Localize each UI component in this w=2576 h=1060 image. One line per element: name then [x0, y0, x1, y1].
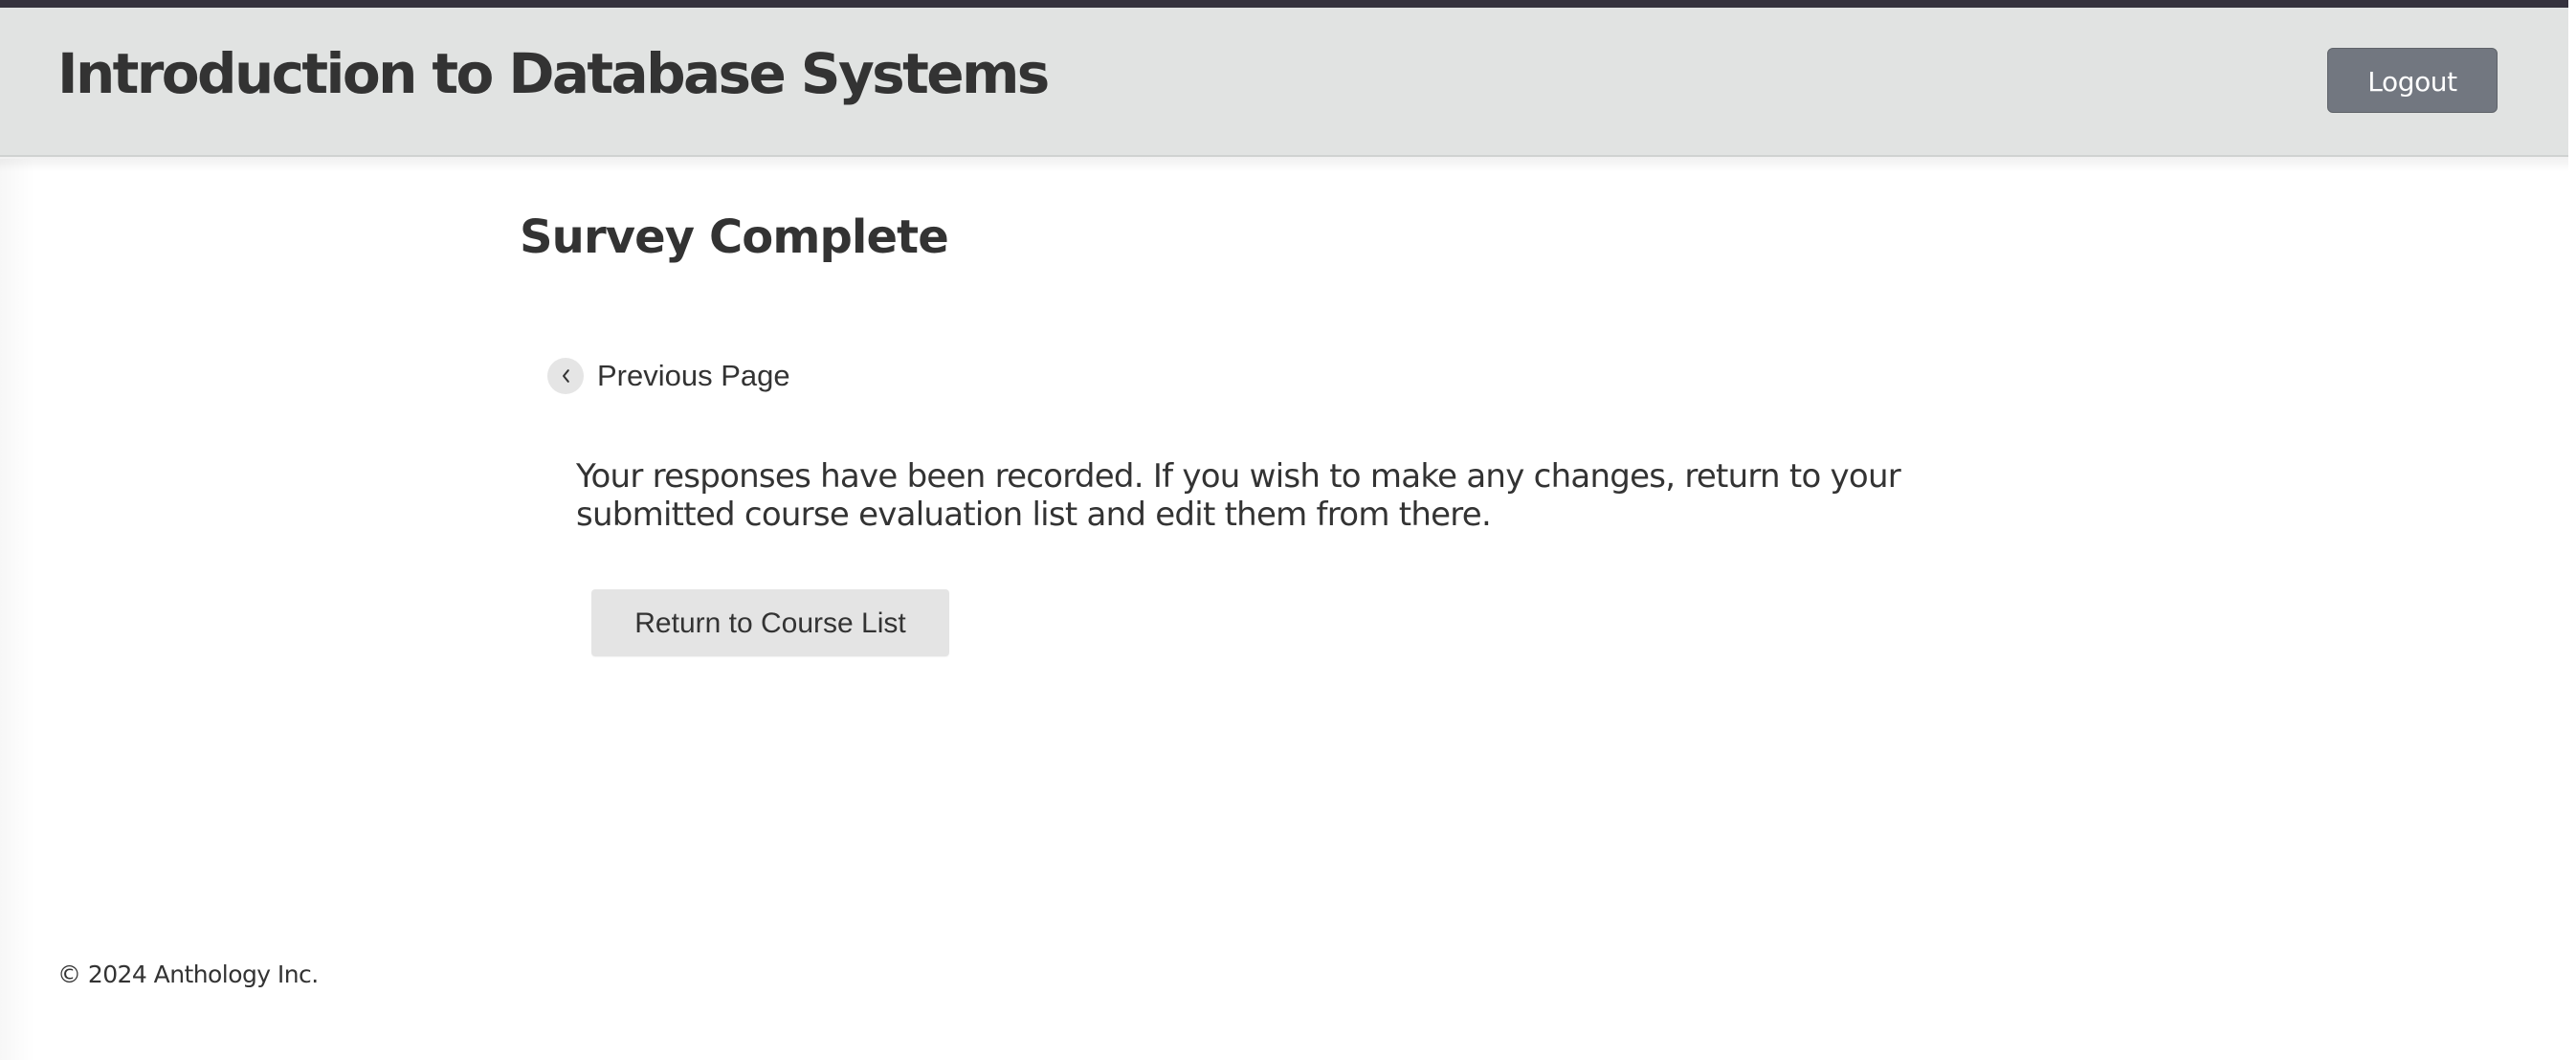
logout-button[interactable]: Logout [2327, 48, 2498, 113]
previous-page-label: Previous Page [597, 359, 790, 392]
right-window-edge [2568, 0, 2576, 1060]
course-header: Introduction to Database Systems Logout [0, 8, 2568, 157]
survey-complete-page: Introduction to Database Systems Logout … [0, 0, 2576, 1060]
page-title: Survey Complete [520, 210, 949, 264]
chevron-left-icon [547, 358, 584, 394]
survey-content: Survey Complete Previous Page Your respo… [0, 157, 2568, 1060]
top-window-strip [0, 0, 2568, 8]
course-title: Introduction to Database Systems [57, 41, 1050, 106]
return-to-course-list-button[interactable]: Return to Course List [591, 589, 949, 656]
completion-message: Your responses have been recorded. If yo… [576, 457, 1901, 534]
footer-copyright: © 2024 Anthology Inc. [57, 961, 319, 988]
previous-page-link[interactable]: Previous Page [547, 356, 790, 396]
